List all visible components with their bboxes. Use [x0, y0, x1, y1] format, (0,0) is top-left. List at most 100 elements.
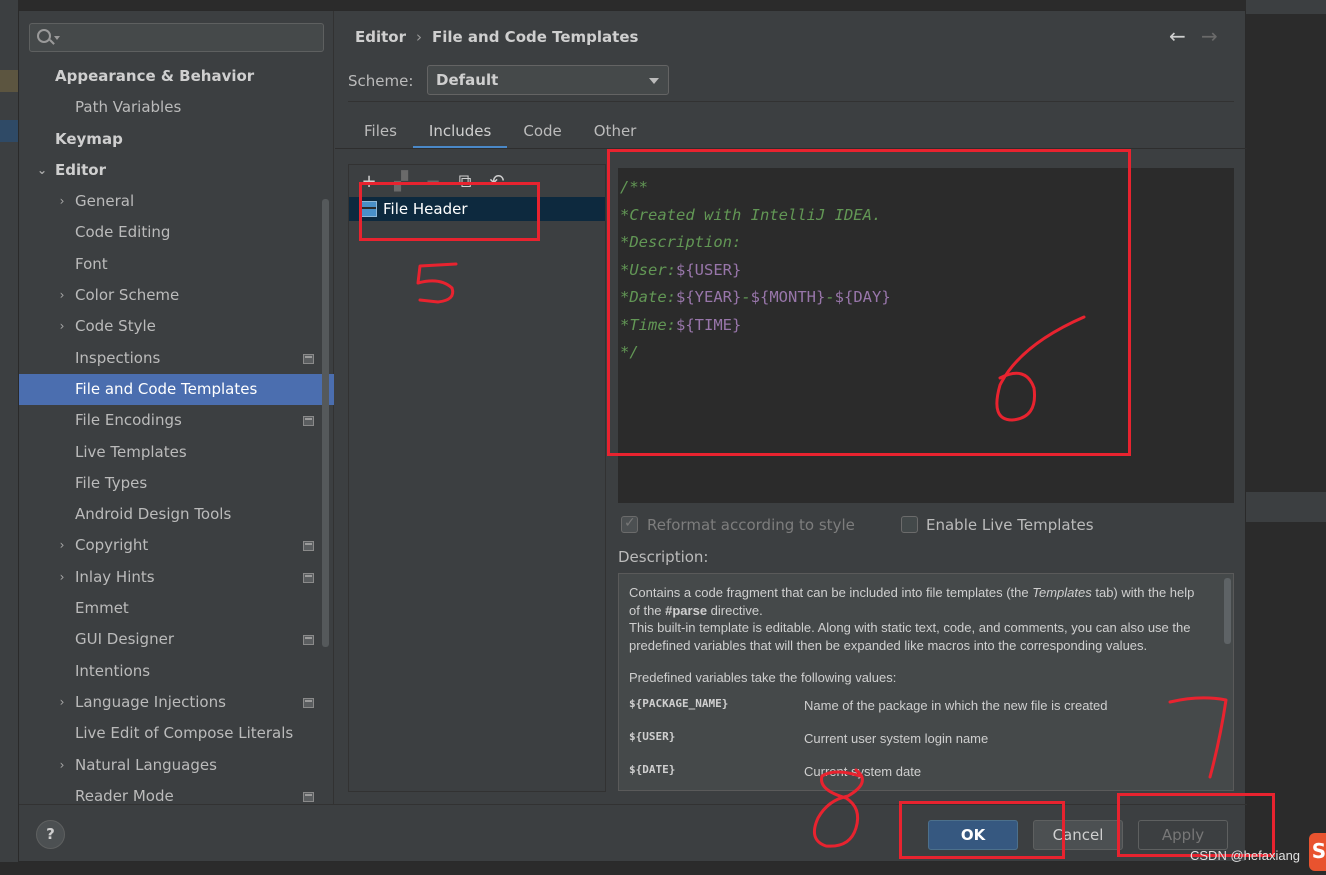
- description-paragraph: Contains a code fragment that can be inc…: [629, 584, 1203, 619]
- variable-row: ${DATE} Current system date: [629, 761, 1203, 790]
- variable-description: Name of the package in which the new fil…: [804, 697, 1108, 713]
- search-history-dropdown-icon[interactable]: [54, 36, 60, 40]
- sidebar-item-live-edit-of-compose-literals[interactable]: Live Edit of Compose Literals: [19, 718, 334, 749]
- template-list-toolbar: + ▞ − ⧉ ↶: [357, 170, 517, 194]
- sidebar-item-label: Live Templates: [75, 442, 187, 461]
- sidebar-item-reader-mode[interactable]: Reader Mode: [19, 781, 334, 812]
- sidebar-item-file-and-code-templates[interactable]: File and Code Templates: [19, 373, 334, 406]
- sidebar-item-label: File Encodings: [75, 411, 182, 430]
- copy-child-icon[interactable]: ▞: [389, 170, 413, 194]
- sidebar-item-label: Editor: [55, 160, 106, 179]
- sidebar-item-label: Keymap: [55, 129, 123, 148]
- code-line: /**: [620, 174, 1234, 202]
- description-scrollbar[interactable]: [1224, 578, 1231, 644]
- comment-text: *Created with IntelliJ IDEA.: [620, 205, 882, 224]
- project-level-icon: [303, 697, 314, 708]
- search-icon: [37, 29, 51, 43]
- template-list-item[interactable]: File Header: [349, 197, 605, 221]
- sidebar-item-gui-designer[interactable]: GUI Designer: [19, 624, 334, 655]
- sidebar-item-code-style[interactable]: › Code Style: [19, 311, 334, 342]
- forward-arrow-icon[interactable]: →: [1201, 24, 1218, 48]
- chevron-right-icon[interactable]: ›: [55, 687, 69, 718]
- code-line: *Description:: [620, 229, 1234, 257]
- sidebar-item-label: Code Editing: [75, 223, 171, 242]
- description-emphasis: Templates: [1032, 585, 1092, 600]
- scheme-dropdown[interactable]: Default: [427, 65, 669, 95]
- sidebar-item-language-injections[interactable]: › Language Injections: [19, 687, 334, 718]
- sidebar-item-inspections[interactable]: Inspections: [19, 343, 334, 374]
- chevron-right-icon[interactable]: ›: [55, 750, 69, 781]
- tab-code[interactable]: Code: [507, 117, 577, 149]
- sidebar-item-appearance-behavior[interactable]: Appearance & Behavior: [19, 61, 334, 92]
- reformat-checkbox[interactable]: [621, 515, 638, 533]
- template-code-editor[interactable]: /** *Created with IntelliJ IDEA. *Descript…: [618, 168, 1234, 503]
- template-list-panel: + ▞ − ⧉ ↶ File Header: [348, 164, 606, 792]
- sidebar-item-label: Android Design Tools: [75, 505, 232, 524]
- chevron-right-icon[interactable]: ›: [55, 280, 69, 311]
- sidebar-item-file-types[interactable]: File Types: [19, 468, 334, 499]
- description-paragraph: This built-in template is editable. Alon…: [629, 620, 1191, 653]
- chevron-right-icon[interactable]: ›: [55, 530, 69, 561]
- add-icon[interactable]: +: [357, 170, 381, 194]
- ok-button[interactable]: OK: [928, 820, 1018, 850]
- project-level-icon: [303, 353, 314, 364]
- sidebar-item-code-editing[interactable]: Code Editing: [19, 217, 334, 248]
- variable-description: Current user system login name: [804, 730, 989, 746]
- chevron-down-icon[interactable]: ⌄: [35, 155, 49, 186]
- reformat-label: Reformat according to style: [647, 516, 855, 534]
- sidebar-item-editor[interactable]: ⌄ Editor: [19, 155, 334, 186]
- project-level-icon: [303, 791, 314, 802]
- remove-icon[interactable]: −: [421, 170, 445, 194]
- divider: [348, 101, 1234, 102]
- sidebar-item-live-templates[interactable]: Live Templates: [19, 437, 334, 468]
- chevron-right-icon[interactable]: ›: [55, 311, 69, 342]
- sidebar-item-font[interactable]: Font: [19, 249, 334, 280]
- live-templates-checkbox[interactable]: [901, 516, 918, 533]
- comment-text: *User:: [620, 260, 676, 279]
- sidebar-item-color-scheme[interactable]: › Color Scheme: [19, 280, 334, 311]
- breadcrumb-editor[interactable]: Editor: [355, 28, 406, 46]
- sidebar-item-copyright[interactable]: › Copyright: [19, 530, 334, 561]
- description-text: directive.: [707, 602, 763, 618]
- sidebar-item-general[interactable]: › General: [19, 186, 334, 217]
- background-stripe: [0, 70, 18, 92]
- sidebar-item-inlay-hints[interactable]: › Inlay Hints: [19, 562, 334, 593]
- sidebar-item-label: Code Style: [75, 317, 156, 336]
- cancel-button[interactable]: Cancel: [1033, 820, 1123, 850]
- reset-icon[interactable]: ↶: [485, 170, 509, 194]
- sidebar-item-emmet[interactable]: Emmet: [19, 593, 334, 624]
- csdn-logo: S: [1309, 833, 1326, 871]
- tab-other[interactable]: Other: [578, 117, 653, 149]
- background-ide-bottom: [0, 862, 1326, 875]
- sidebar-item-label: Font: [75, 254, 108, 273]
- template-tabs: Files Includes Code Other: [348, 117, 652, 149]
- back-arrow-icon[interactable]: ←: [1169, 24, 1186, 48]
- sidebar-item-keymap[interactable]: Keymap: [19, 124, 334, 155]
- variable-name: ${DATE}: [629, 762, 676, 776]
- sidebar-item-intentions[interactable]: Intentions: [19, 656, 334, 687]
- tab-includes[interactable]: Includes: [412, 117, 508, 149]
- divider: [335, 148, 1247, 149]
- breadcrumb-separator-icon: ›: [416, 28, 422, 46]
- code-line: *Created with IntelliJ IDEA.: [620, 202, 1234, 230]
- chevron-down-icon: [649, 78, 659, 84]
- template-list-item-label: File Header: [383, 200, 468, 218]
- sidebar-item-android-design-tools[interactable]: Android Design Tools: [19, 499, 334, 530]
- scheme-label: Scheme:: [348, 72, 414, 90]
- sidebar-scrollbar[interactable]: [322, 199, 329, 647]
- code-line: *User:${USER}: [620, 257, 1234, 285]
- settings-search-field[interactable]: [29, 23, 324, 52]
- settings-sidebar: Appearance & Behavior Path Variables Keyma…: [19, 11, 334, 805]
- duplicate-icon[interactable]: ⧉: [453, 170, 477, 194]
- comment-text: -: [825, 288, 835, 306]
- tab-files[interactable]: Files: [348, 117, 413, 149]
- chevron-right-icon[interactable]: ›: [55, 186, 69, 217]
- sidebar-item-natural-languages[interactable]: › Natural Languages: [19, 750, 334, 781]
- sidebar-item-label: Color Scheme: [75, 286, 180, 305]
- project-level-icon: [303, 635, 314, 646]
- sidebar-item-file-encodings[interactable]: File Encodings: [19, 405, 334, 436]
- sidebar-item-path-variables[interactable]: Path Variables: [19, 92, 334, 123]
- chevron-right-icon[interactable]: ›: [55, 562, 69, 593]
- apply-button[interactable]: Apply: [1138, 820, 1228, 850]
- help-button[interactable]: ?: [36, 820, 65, 849]
